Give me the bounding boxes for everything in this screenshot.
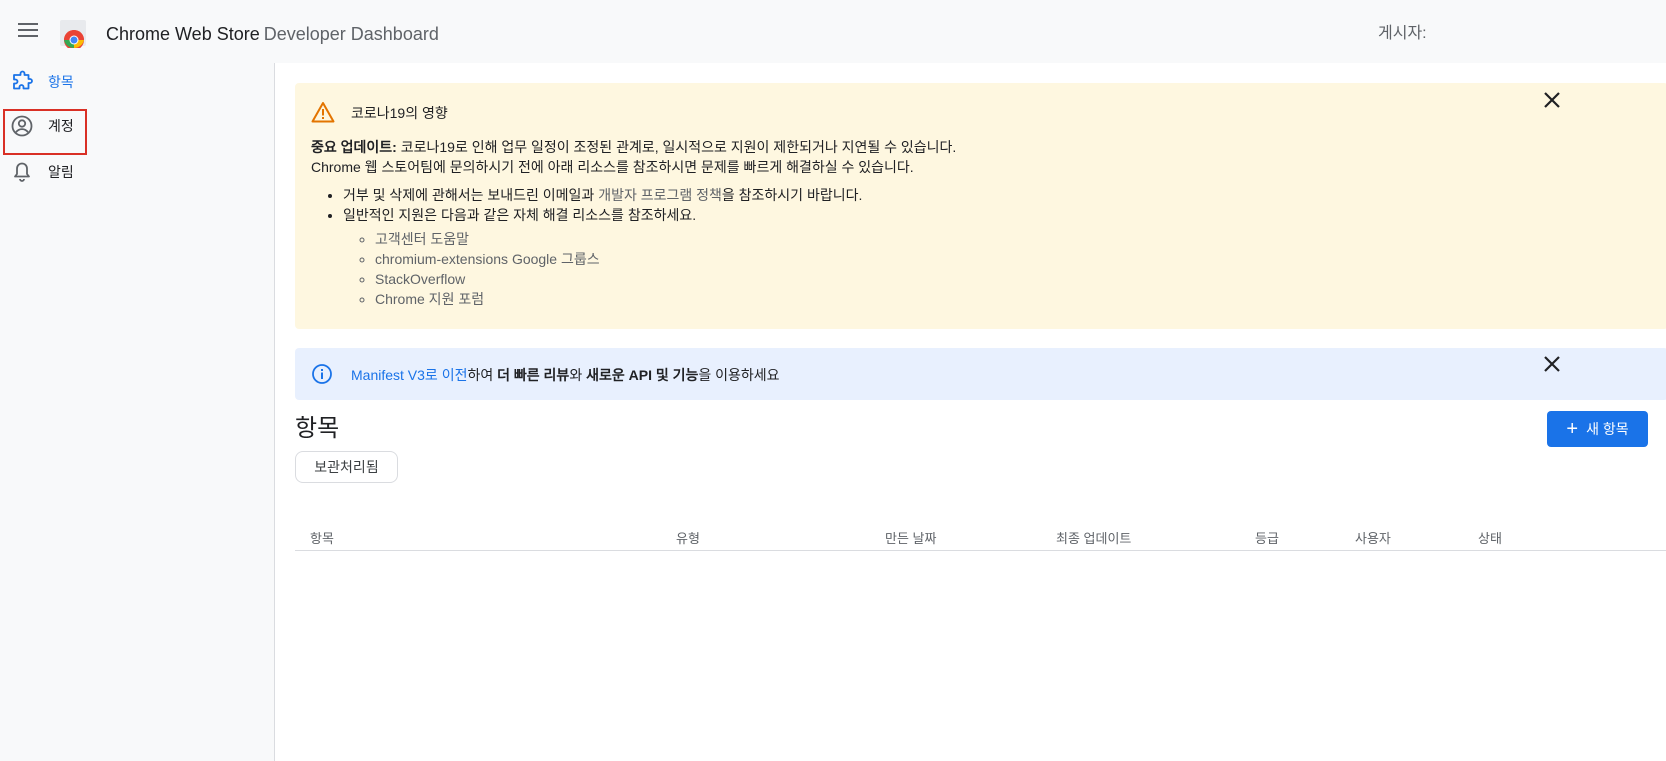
puzzle-icon: [13, 70, 33, 90]
column-header-rating[interactable]: 등급: [1255, 528, 1279, 547]
developer-policy-link[interactable]: 개발자 프로그램 정책: [598, 187, 722, 203]
column-header-users[interactable]: 사용자: [1355, 528, 1391, 547]
mv3-text-2: 와: [569, 367, 587, 383]
items-table-header: 항목 유형 만든 날짜 최종 업데이트 등급 사용자 상태: [295, 521, 1666, 551]
column-header-type[interactable]: 유형: [676, 528, 700, 547]
warning-icon: [311, 102, 335, 123]
new-item-button[interactable]: + 새 항목: [1547, 411, 1648, 447]
help-center-link[interactable]: 고객센터 도움말: [375, 229, 1611, 249]
mv3-text-1: 하여: [467, 367, 498, 383]
top-app-bar: Chrome Web Store Developer Dashboard 게시자:: [0, 0, 1666, 60]
mv3-text-3: 을 이용하세요: [698, 367, 780, 383]
chrome-support-forum-link[interactable]: Chrome 지원 포럼: [375, 289, 1611, 309]
items-section-title: 항목: [295, 415, 340, 442]
resource-list: 고객센터 도움말 chromium-extensions Google 그룹스 …: [375, 229, 1611, 309]
close-icon[interactable]: [1541, 353, 1563, 375]
chrome-web-store-logo: [60, 20, 86, 48]
sidebar-item-items[interactable]: 항목: [4, 60, 74, 104]
mv3-bold-1: 더 빠른 리뷰: [497, 367, 570, 383]
mv3-bold-2: 새로운 API 및 기능: [586, 367, 699, 383]
chromium-extensions-group-link[interactable]: chromium-extensions Google 그룹스: [375, 249, 1611, 269]
column-header-status[interactable]: 상태: [1478, 528, 1502, 547]
important-update-line: 중요 업데이트: 코로나19로 인해 업무 일정이 조정된 관계로, 일시적으로…: [311, 137, 1611, 157]
list-item: 거부 및 삭제에 관해서는 보내드린 이메일과 개발자 프로그램 정책을 참조하…: [343, 185, 1611, 205]
list-item: 일반적인 지원은 다음과 같은 자체 해결 리소스를 참조하세요. 고객센터 도…: [343, 205, 1611, 309]
covid-notice-banner: 코로나19의 영향 중요 업데이트: 코로나19로 인해 업무 일정이 조정된 …: [295, 83, 1666, 329]
archived-filter-chip[interactable]: 보관처리됨: [295, 451, 398, 483]
app-title-main: Chrome Web Store: [106, 24, 260, 44]
sidebar-item-label: 항목: [48, 74, 74, 90]
app-title: Chrome Web Store Developer Dashboard: [106, 22, 439, 46]
contact-guidance-line: Chrome 웹 스토어팀에 문의하시기 전에 아래 리소스를 참조하시면 문제…: [311, 159, 914, 175]
publisher-label[interactable]: 게시자:: [1378, 19, 1427, 43]
sidebar: 항목 계정 알림: [0, 60, 273, 761]
banner-body: 중요 업데이트: 코로나19로 인해 업무 일정이 조정된 관계로, 일시적으로…: [311, 137, 1611, 309]
support-list: 거부 및 삭제에 관해서는 보내드린 이메일과 개발자 프로그램 정책을 참조하…: [343, 185, 1611, 309]
new-item-label: 새 항목: [1586, 421, 1629, 437]
plus-icon: +: [1566, 418, 1579, 440]
mv3-message: Manifest V3로 이전하여 더 빠른 리뷰와 새로운 API 및 기능을…: [351, 365, 780, 385]
app-title-sub: Developer Dashboard: [263, 24, 439, 44]
bullet2-text: 일반적인 지원은 다음과 같은 자체 해결 리소스를 참조하세요.: [343, 207, 697, 223]
hamburger-menu-icon[interactable]: [16, 18, 40, 42]
bullet1-text-post: 을 참조하시기 바랍니다.: [721, 187, 863, 203]
sidebar-item-notifications[interactable]: 알림: [4, 150, 74, 194]
column-header-created[interactable]: 만든 날짜: [885, 528, 936, 547]
column-header-item[interactable]: 항목: [310, 528, 334, 547]
sidebar-item-label: 계정: [48, 118, 74, 134]
sidebar-item-label: 알림: [48, 164, 74, 180]
important-update-label: 중요 업데이트:: [311, 139, 397, 155]
sidebar-item-account[interactable]: 계정: [4, 104, 74, 148]
bell-icon: [14, 162, 30, 182]
account-circle-icon: [11, 115, 33, 137]
close-icon[interactable]: [1541, 89, 1563, 111]
banner-title: 코로나19의 영향: [351, 105, 448, 121]
column-header-last-updated[interactable]: 최종 업데이트: [1056, 528, 1131, 547]
important-update-text: 코로나19로 인해 업무 일정이 조정된 관계로, 일시적으로 지원이 제한되거…: [396, 139, 957, 155]
manifest-v3-banner: Manifest V3로 이전하여 더 빠른 리뷰와 새로운 API 및 기능을…: [295, 348, 1666, 400]
info-icon: [312, 364, 332, 384]
manifest-v3-migration-link[interactable]: Manifest V3로 이전: [351, 367, 467, 383]
stackoverflow-link[interactable]: StackOverflow: [375, 269, 1611, 289]
bullet1-text-pre: 거부 및 삭제에 관해서는 보내드린 이메일과: [343, 187, 599, 203]
main-content: 코로나19의 영향 중요 업데이트: 코로나19로 인해 업무 일정이 조정된 …: [274, 63, 1666, 761]
